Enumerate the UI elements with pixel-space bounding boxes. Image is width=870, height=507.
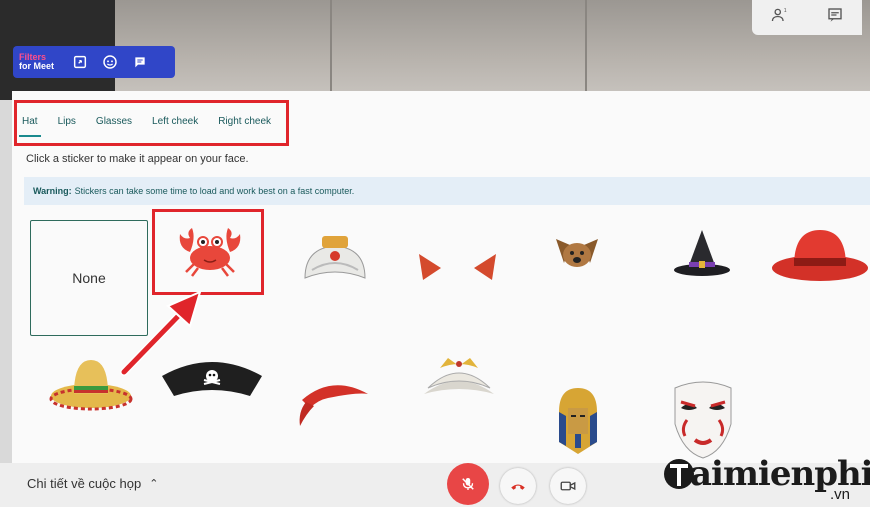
sticker-horns[interactable] [415,244,500,284]
sticker-hint: Click a sticker to make it appear on you… [26,153,249,165]
sticker-pharaoh-mask[interactable] [553,386,603,458]
crown-icon [424,358,494,394]
sticker-witch-hat[interactable] [672,228,732,280]
picture-in-picture-button[interactable] [69,51,91,73]
horns-icon [419,254,496,280]
filters-extension-toolbar: Filters for Meet [13,46,175,78]
wall-seam [330,0,332,100]
tabs-highlight-box [14,100,289,146]
camera-icon [560,481,576,491]
fedora-icon [772,230,868,281]
hang-up-button[interactable] [500,468,536,504]
meeting-details-label: Chi tiết về cuộc họp [27,476,142,491]
warning-label: Warning: [33,186,72,196]
bandana-icon [299,385,368,426]
hang-up-icon [511,484,525,490]
picture-in-picture-icon [73,55,87,69]
face-icon [103,55,117,69]
camera-toggle-button[interactable] [550,468,586,504]
sticker-crown[interactable] [418,350,500,400]
meet-screen: 1 Filters for Meet Hat Lips Glasses Left… [0,0,870,507]
sticker-dog-ears[interactable] [552,233,602,275]
sticker-turban[interactable] [300,234,370,284]
chat-icon [135,57,145,68]
dog-ears-icon [556,239,598,267]
pharaoh-mask-icon [559,388,597,454]
people-icon[interactable]: 1 [771,6,789,29]
meeting-details-button[interactable]: Chi tiết về cuộc họp ⌃ [27,476,158,491]
svg-text:1: 1 [783,8,786,14]
warning-text: Stickers can take some time to load and … [74,186,355,196]
face-filter-button[interactable] [99,51,121,73]
warning-banner: Warning: Stickers can take some time to … [24,177,870,205]
none-label: None [72,270,106,286]
pointer-arrow [120,290,202,376]
watermark: aimienphi .vn [662,448,870,504]
extension-title-line2: for Meet [19,61,55,71]
watermark-domain: .vn [830,486,851,503]
sticker-bandana[interactable] [292,370,372,430]
chevron-up-icon: ⌃ [149,478,159,490]
witch-hat-icon [674,230,730,276]
wall-seam [585,0,587,100]
extension-title: Filters for Meet [19,53,61,71]
chat-icon[interactable] [826,6,844,29]
turban-icon [304,236,366,279]
top-controls: 1 [752,0,862,35]
crab-highlight-box [152,209,264,295]
sticker-fedora[interactable] [770,222,870,284]
mic-off-icon [462,478,474,490]
mic-toggle-button[interactable] [447,463,489,505]
extension-chat-button[interactable] [129,51,151,73]
